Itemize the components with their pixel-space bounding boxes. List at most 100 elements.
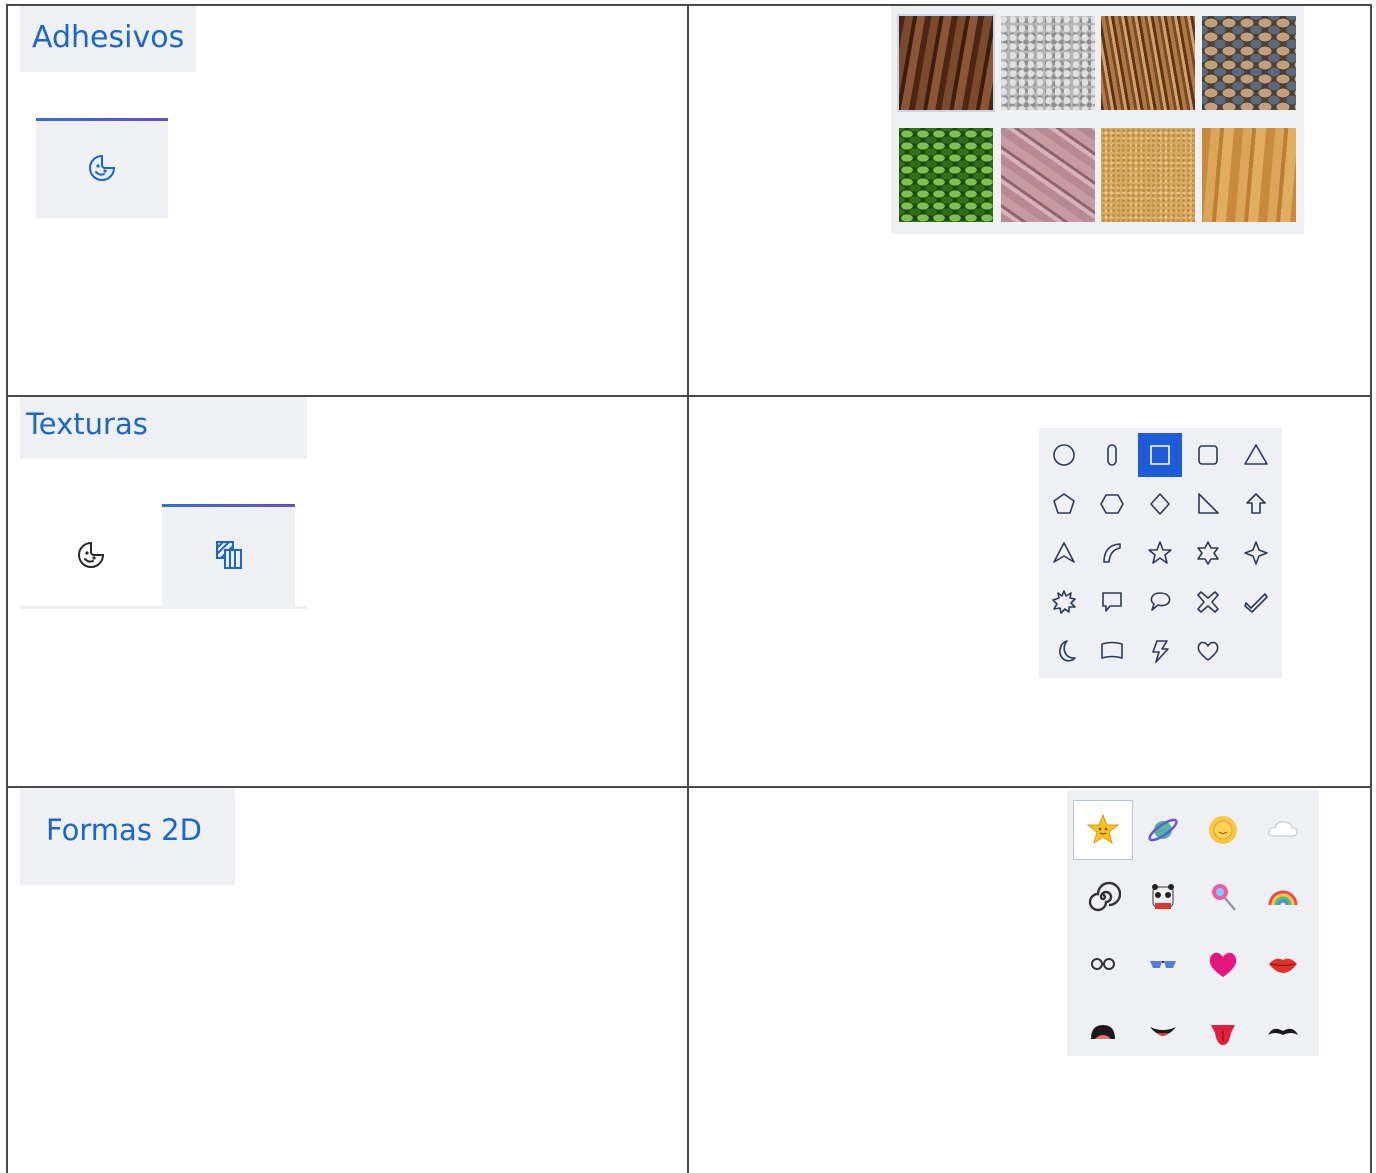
callout-rect-icon: [1102, 592, 1122, 612]
sticker-mouth-open[interactable]: [1073, 1001, 1133, 1061]
shape-capsule[interactable]: [1090, 433, 1134, 477]
texture-icon: [215, 541, 242, 569]
sticker-heart[interactable]: [1193, 934, 1253, 994]
shape-banner[interactable]: [1090, 629, 1134, 673]
triangle-icon: [1244, 444, 1268, 465]
stickers-title-text: Adhesivos: [32, 20, 185, 55]
shape-star4[interactable]: [1234, 531, 1278, 575]
sticker-mustache[interactable]: [1253, 1001, 1313, 1061]
capsule-icon: [1107, 444, 1117, 466]
sticker-tongue[interactable]: [1193, 1001, 1253, 1061]
sticker-mouth-smile[interactable]: [1133, 1001, 1193, 1061]
shape-square[interactable]: [1138, 433, 1182, 477]
shapes-title-text: Formas 2D: [46, 813, 202, 847]
diamond-icon: [1150, 493, 1170, 515]
shape-callout-rect[interactable]: [1090, 580, 1134, 624]
cloud-icon: [1268, 821, 1298, 837]
shape-check[interactable]: [1234, 580, 1278, 624]
texture-sand[interactable]: [1101, 128, 1195, 222]
shape-picker: [1039, 428, 1282, 678]
texture-tab-strip: [20, 504, 307, 610]
textures-tab[interactable]: [162, 504, 295, 606]
texture-marble[interactable]: [1001, 128, 1095, 222]
lightning-icon: [1152, 640, 1169, 663]
x-shape-icon: [1197, 591, 1219, 613]
textures-section-title: Texturas: [20, 397, 307, 459]
sunglasses-icon: [1150, 961, 1176, 968]
shape-triangle[interactable]: [1234, 433, 1278, 477]
curve-icon: [1103, 543, 1121, 563]
texture-leaves[interactable]: [899, 128, 993, 222]
shape-x-shape[interactable]: [1186, 580, 1230, 624]
burst-icon: [1052, 590, 1076, 614]
heart-icon: [1197, 641, 1219, 661]
shape-moon[interactable]: [1042, 629, 1086, 673]
circle-icon: [1053, 444, 1075, 466]
sticker-panda[interactable]: [1133, 867, 1193, 927]
texture-pebbles[interactable]: [1202, 16, 1296, 110]
shape-hexagon[interactable]: [1090, 482, 1134, 526]
shape-triangle-outline[interactable]: [1042, 531, 1086, 575]
texture-gravel[interactable]: [1001, 16, 1095, 110]
shapes-section-title: Formas 2D: [20, 788, 235, 885]
shape-right-triangle[interactable]: [1186, 482, 1230, 526]
texture-picker: [891, 6, 1304, 234]
lips-icon: [1269, 958, 1297, 973]
mouth-open-icon: [1091, 1025, 1115, 1039]
banner-icon: [1101, 641, 1123, 659]
shape-heart[interactable]: [1186, 629, 1230, 673]
sun-face-icon: [1209, 816, 1237, 844]
texture-hair[interactable]: [1101, 16, 1195, 110]
tab-active-indicator: [162, 504, 295, 507]
texture-wood[interactable]: [1202, 128, 1296, 222]
sticker-rainbow[interactable]: [1253, 867, 1313, 927]
shape-curve[interactable]: [1090, 531, 1134, 575]
sticker-lips[interactable]: [1253, 934, 1313, 994]
sticker-picker: [1067, 790, 1319, 1056]
right-triangle-icon: [1198, 493, 1219, 514]
texture-bark[interactable]: [897, 14, 995, 112]
sticker-lollipop[interactable]: [1193, 867, 1253, 927]
sticker-star-face[interactable]: [1073, 800, 1133, 860]
grid-border-right: [1370, 4, 1372, 1173]
star-face-icon: [1086, 813, 1120, 845]
square-icon: [1150, 445, 1170, 465]
moon-icon: [1059, 640, 1076, 662]
check-icon: [1244, 593, 1268, 613]
shape-diamond[interactable]: [1138, 482, 1182, 526]
shape-burst[interactable]: [1042, 580, 1086, 624]
stickers-tab-strip: [36, 118, 168, 218]
shape-callout-oval[interactable]: [1138, 580, 1182, 624]
star4-icon: [1244, 541, 1268, 565]
pentagon-icon: [1053, 493, 1075, 514]
shape-star5[interactable]: [1138, 531, 1182, 575]
star5-icon: [1148, 541, 1172, 564]
rainbow-icon: [1268, 890, 1298, 906]
sticker-sun-face[interactable]: [1193, 800, 1253, 860]
grid-border-left: [6, 4, 8, 1173]
sticker-planet[interactable]: [1133, 800, 1193, 860]
stickers-tab-inactive[interactable]: [20, 504, 162, 606]
sticker-spiral[interactable]: [1073, 867, 1133, 927]
triangle-outline-icon: [1053, 542, 1075, 563]
sticker-cloud[interactable]: [1253, 800, 1313, 860]
star6-icon: [1197, 541, 1219, 565]
sticker-sunglasses[interactable]: [1133, 934, 1193, 994]
sticker-glasses[interactable]: [1073, 934, 1133, 994]
textures-title-text: Texturas: [26, 407, 148, 441]
heart-icon: [1209, 952, 1237, 977]
stickers-tab[interactable]: [36, 118, 168, 218]
tongue-icon: [1211, 1025, 1235, 1045]
shape-rounded-square[interactable]: [1186, 433, 1230, 477]
spiral-icon: [1088, 881, 1121, 912]
shape-lightning[interactable]: [1138, 629, 1182, 673]
shape-circle[interactable]: [1042, 433, 1086, 477]
stickers-section-title: Adhesivos: [20, 6, 196, 72]
shape-star6[interactable]: [1186, 531, 1230, 575]
panda-icon: [1152, 884, 1174, 909]
planet-icon: [1148, 818, 1178, 842]
mouth-smile-icon: [1150, 1027, 1176, 1036]
shape-arrow-up[interactable]: [1234, 482, 1278, 526]
shape-pentagon[interactable]: [1042, 482, 1086, 526]
callout-oval-icon: [1150, 592, 1171, 611]
